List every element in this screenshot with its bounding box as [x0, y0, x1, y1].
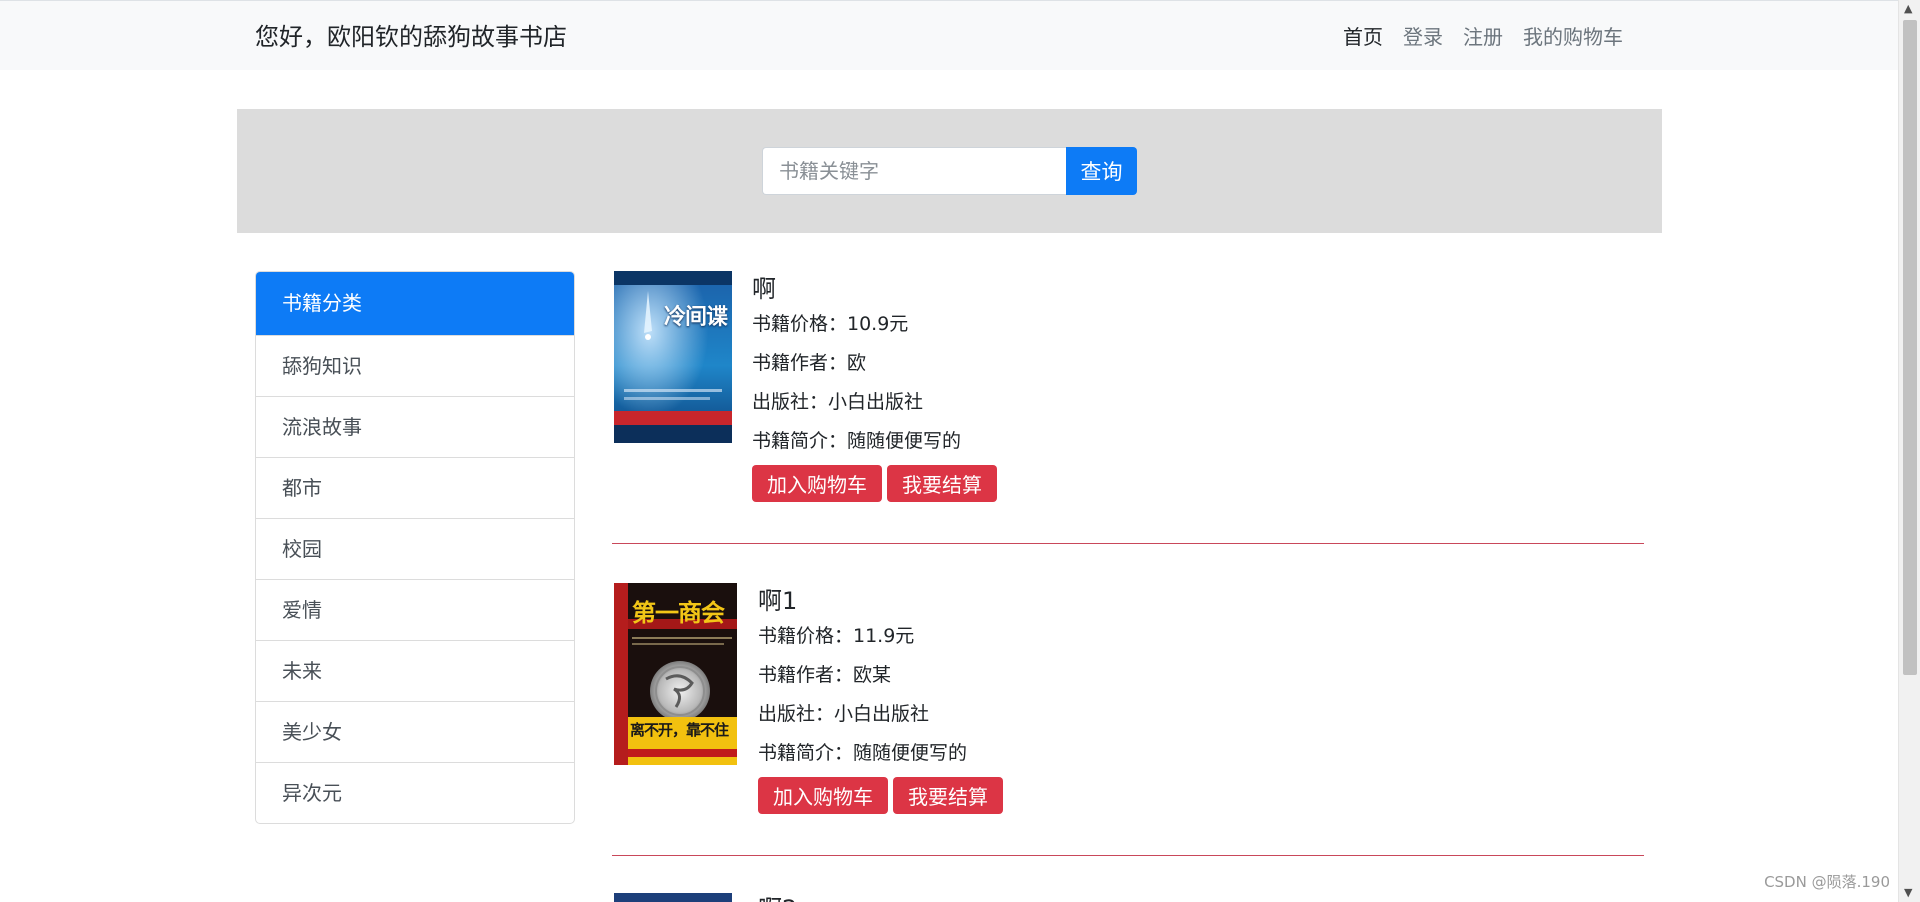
category-item[interactable]: 都市: [256, 457, 574, 518]
category-item[interactable]: 流浪故事: [256, 396, 574, 457]
add-to-cart-button[interactable]: 加入购物车: [758, 777, 888, 814]
add-to-cart-button[interactable]: 加入购物车: [752, 465, 882, 502]
checouk-button[interactable]: 我要结算: [893, 777, 1003, 814]
category-list: 书籍分类 舔狗知识 流浪故事 都市 校园 爱情 未来 美少女 异次元: [255, 271, 575, 824]
book-cover-art: [614, 271, 732, 443]
scroll-down-arrow-icon[interactable]: ▼: [1904, 887, 1912, 899]
book-cover-image[interactable]: [614, 893, 732, 902]
book-title[interactable]: 啊1: [758, 585, 1003, 617]
nav-link-register[interactable]: 注册: [1453, 23, 1513, 51]
scroll-thumb[interactable]: [1903, 20, 1917, 675]
book-cover-title: 第一商会: [632, 599, 725, 627]
scroll-up-arrow-icon[interactable]: ▲: [1904, 3, 1912, 15]
book-cover-image[interactable]: 冷间谍: [614, 271, 732, 443]
book-actions: 加入购物车 我要结算: [752, 465, 997, 502]
category-item[interactable]: 校园: [256, 518, 574, 579]
nav-links: 首页 登录 注册 我的购物车: [1333, 23, 1633, 51]
category-item[interactable]: 爱情: [256, 579, 574, 640]
book-divider: [612, 543, 1644, 544]
book-cover-subtitle: 离不开，靠不住: [630, 721, 729, 739]
book-cover-image[interactable]: 第一商会 离不开，靠不住: [614, 583, 737, 765]
book-publisher: 出版社：小白出版社: [758, 703, 930, 725]
search-input[interactable]: [762, 147, 1066, 195]
category-item[interactable]: 异次元: [256, 762, 574, 823]
category-item[interactable]: 美少女: [256, 701, 574, 762]
book-title[interactable]: 啊: [752, 273, 997, 305]
book-info: 啊2: [758, 891, 797, 902]
category-header[interactable]: 书籍分类: [256, 272, 574, 335]
store-brand[interactable]: 您好，欧阳钦的舔狗故事书店: [255, 21, 567, 53]
watermark: CSDN @陨落.190: [1764, 873, 1890, 891]
book-divider: [612, 855, 1644, 856]
book-author: 书籍作者：欧: [752, 352, 867, 374]
checkout-button[interactable]: 我要结算: [887, 465, 997, 502]
book-title[interactable]: 啊2: [758, 893, 797, 902]
book-info: 啊1 书籍价格：11.9元 书籍作者：欧某 出版社：小白出版社 书籍简介：随随便…: [758, 583, 1003, 814]
search-jumbotron: 查询: [237, 109, 1662, 233]
category-item[interactable]: 未来: [256, 640, 574, 701]
nav-link-login[interactable]: 登录: [1393, 23, 1453, 51]
book-intro: 书籍简介：随随便便写的: [752, 430, 962, 452]
book-cover-title: 冷间谍: [664, 305, 728, 330]
book-info: 啊 书籍价格：10.9元 书籍作者：欧 出版社：小白出版社 书籍简介：随随便便写…: [752, 271, 997, 502]
nav-link-home[interactable]: 首页: [1333, 23, 1393, 51]
book-price: 书籍价格：11.9元: [758, 625, 915, 647]
book-publisher: 出版社：小白出版社: [752, 391, 924, 413]
page-scrollbar[interactable]: ▲ ▼: [1898, 0, 1920, 902]
category-item[interactable]: 舔狗知识: [256, 335, 574, 396]
book-actions: 加入购物车 我要结算: [758, 777, 1003, 814]
book-author: 书籍作者：欧某: [758, 664, 892, 686]
book-intro: 书籍简介：随随便便写的: [758, 742, 968, 764]
top-navbar: 您好，欧阳钦的舔狗故事书店 首页 登录 注册 我的购物车: [0, 0, 1898, 70]
search-button[interactable]: 查询: [1066, 147, 1137, 195]
book-price: 书籍价格：10.9元: [752, 313, 909, 335]
page: 您好，欧阳钦的舔狗故事书店 首页 登录 注册 我的购物车 查询 书籍分类 舔狗知…: [0, 0, 1920, 902]
search-form: 查询: [762, 147, 1137, 195]
nav-link-cart[interactable]: 我的购物车: [1513, 23, 1633, 51]
